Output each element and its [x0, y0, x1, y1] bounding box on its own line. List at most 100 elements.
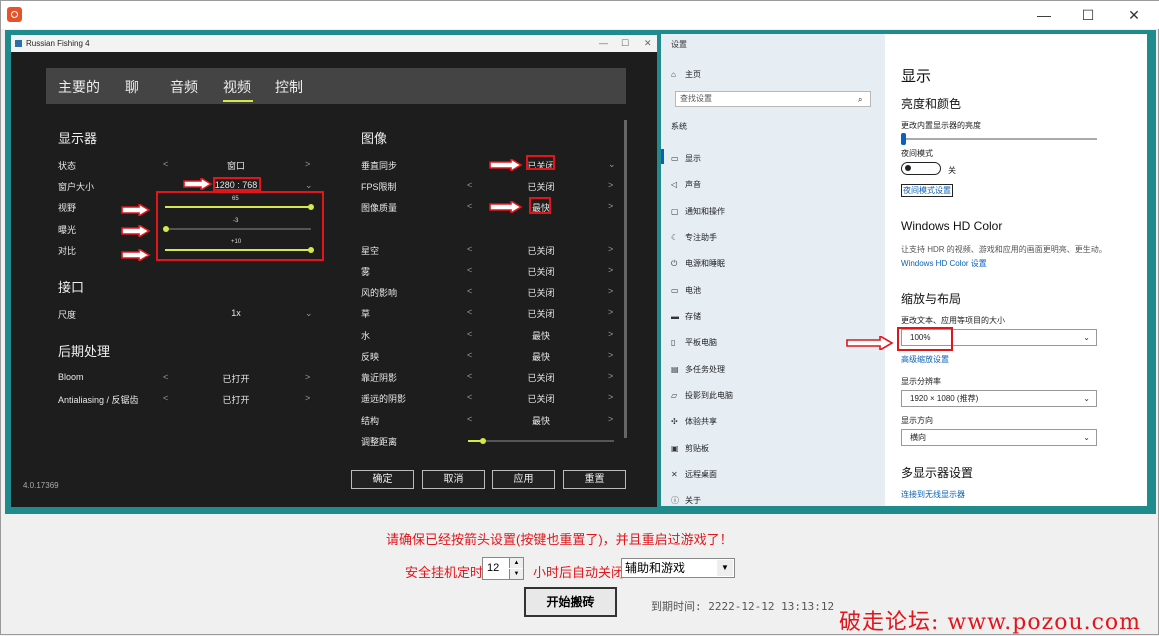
tab-main[interactable]: 主要的	[58, 77, 100, 97]
grass-prev-icon[interactable]: <	[467, 307, 472, 317]
ok-button[interactable]: 确定	[351, 470, 414, 489]
reflection-prev-icon[interactable]: <	[467, 350, 472, 360]
fps-limit-prev-icon[interactable]: <	[467, 180, 472, 190]
brightness-slider[interactable]	[901, 133, 1097, 145]
cancel-button[interactable]: 取消	[422, 470, 485, 489]
wind-prev-icon[interactable]: <	[467, 286, 472, 296]
scrollbar[interactable]	[624, 120, 627, 438]
near-shadow-next-icon[interactable]: >	[608, 371, 613, 381]
antialiasing-next-icon[interactable]: >	[305, 393, 310, 403]
start-button[interactable]: 开始搬砖	[524, 587, 617, 617]
reset-button[interactable]: 重置	[563, 470, 626, 489]
clipboard-icon: ▣	[671, 444, 679, 453]
nav-battery[interactable]: ▭ 电池	[671, 285, 701, 296]
image-quality-next-icon[interactable]: >	[608, 201, 613, 211]
nav-shared-experiences[interactable]: ✣ 体验共享	[671, 416, 717, 427]
starry-sky-value: 已关闭	[527, 246, 555, 256]
texture-prev-icon[interactable]: <	[467, 414, 472, 424]
status-next-icon[interactable]: >	[305, 159, 310, 169]
draw-distance-slider[interactable]	[468, 438, 614, 444]
nav-tablet[interactable]: ▯ 平板电脑	[671, 337, 717, 348]
hours-value[interactable]: 12	[487, 562, 499, 574]
apply-button[interactable]: 应用	[492, 470, 555, 489]
forum-watermark: 破走论坛: www.pozou.com	[839, 610, 1142, 635]
texture-next-icon[interactable]: >	[608, 414, 613, 424]
connect-wireless-display-link[interactable]: 连接到无线显示器	[901, 489, 965, 500]
game-minimize-button[interactable]: —	[599, 35, 608, 52]
chevron-down-icon[interactable]: ▼	[717, 560, 733, 576]
tab-audio[interactable]: 音频	[170, 77, 198, 97]
nav-storage[interactable]: ▬ 存储	[671, 311, 701, 322]
hd-color-settings-link[interactable]: Windows HD Color 设置	[901, 258, 987, 269]
nav-notifications[interactable]: ▢ 通知和操作	[671, 206, 725, 217]
water-next-icon[interactable]: >	[608, 329, 613, 339]
starry-sky-next-icon[interactable]: >	[608, 244, 613, 254]
bloom-prev-icon[interactable]: <	[163, 372, 168, 382]
window-size-chevron-down-icon[interactable]: ⌄	[305, 180, 313, 191]
hours-stepper[interactable]: 12 ▲ ▼	[482, 557, 524, 580]
tab-video[interactable]: 视频	[223, 77, 251, 97]
vsync-highlight	[526, 155, 555, 170]
nav-clipboard[interactable]: ▣ 剪贴板	[671, 443, 709, 454]
nav-power-label: 电源和睡眠	[685, 259, 725, 268]
scale-chevron-down-icon[interactable]: ⌄	[305, 308, 313, 319]
image-quality-prev-icon[interactable]: <	[467, 201, 472, 211]
draw-distance-label: 调整距离	[361, 437, 398, 447]
nav-sound[interactable]: ◁ 声音	[671, 179, 701, 190]
arrow-right-icon	[489, 201, 523, 213]
wind-next-icon[interactable]: >	[608, 286, 613, 296]
game-maximize-button[interactable]: ☐	[621, 35, 629, 52]
resolution-dropdown[interactable]: 1920 × 1080 (推荐) ⌄	[901, 390, 1097, 407]
night-mode-settings-link[interactable]: 夜间模式设置	[901, 184, 953, 197]
fog-prev-icon[interactable]: <	[467, 265, 472, 275]
nav-focus-assist[interactable]: ☾ 专注助手	[671, 232, 717, 243]
vsync-chevron-down-icon[interactable]: ⌄	[608, 159, 616, 170]
power-icon: ⏻	[671, 259, 678, 268]
grass-next-icon[interactable]: >	[608, 307, 613, 317]
stepper-up-icon[interactable]: ▲	[509, 558, 523, 568]
contrast-label: 对比	[58, 246, 77, 256]
nav-notifications-label: 通知和操作	[685, 207, 725, 216]
fps-limit-label: FPS限制	[361, 182, 397, 192]
fog-next-icon[interactable]: >	[608, 265, 613, 275]
bloom-next-icon[interactable]: >	[305, 372, 310, 382]
close-button[interactable]: ✕	[1111, 3, 1157, 27]
near-shadow-prev-icon[interactable]: <	[467, 371, 472, 381]
tab-chat[interactable]: 聊	[125, 77, 139, 97]
stepper-down-icon[interactable]: ▼	[509, 569, 523, 579]
status-prev-icon[interactable]: <	[163, 159, 168, 169]
nav-clipboard-label: 剪贴板	[685, 444, 709, 453]
night-mode-toggle[interactable]	[901, 162, 941, 175]
brightness-slider-knob[interactable]	[901, 133, 906, 145]
status-value: 窗口	[226, 161, 245, 171]
nav-display[interactable]: ▭ 显示	[671, 153, 701, 164]
nav-multitasking[interactable]: ▤ 多任务处理	[671, 364, 725, 375]
reflection-next-icon[interactable]: >	[608, 350, 613, 360]
minimize-button[interactable]: —	[1021, 3, 1067, 27]
draw-distance-slider-knob[interactable]	[480, 438, 486, 444]
nav-remote-desktop[interactable]: ✕ 远程桌面	[671, 469, 717, 480]
warning-text: 请确保已经按箭头设置(按键也重置了)，并且重启过游戏了！	[386, 532, 733, 547]
search-input[interactable]: 查找设置	[675, 91, 871, 107]
game-close-button[interactable]: ✕	[644, 35, 652, 52]
orientation-dropdown[interactable]: 横向 ⌄	[901, 429, 1097, 446]
remote-icon: ✕	[671, 470, 678, 479]
nav-power[interactable]: ⏻ 电源和睡眠	[671, 258, 725, 269]
auto-close-label: 小时后自动关闭	[533, 565, 625, 580]
close-mode-select[interactable]: 辅助和游戏 ▼	[621, 558, 735, 578]
starry-sky-prev-icon[interactable]: <	[467, 244, 472, 254]
nav-projecting[interactable]: ▱ 投影到此电脑	[671, 390, 733, 401]
far-shadow-next-icon[interactable]: >	[608, 392, 613, 402]
tab-controls[interactable]: 控制	[275, 77, 303, 97]
nav-about[interactable]: ⓘ 关于	[671, 495, 701, 506]
scale-value[interactable]: 1x	[196, 308, 276, 318]
scale-label: 更改文本、应用等项目的大小	[901, 316, 1005, 325]
maximize-button[interactable]: ☐	[1065, 3, 1111, 27]
advanced-scaling-link[interactable]: 高级缩放设置	[901, 354, 949, 365]
display-heading: 显示器	[58, 131, 98, 146]
far-shadow-prev-icon[interactable]: <	[467, 392, 472, 402]
fps-limit-next-icon[interactable]: >	[608, 180, 613, 190]
water-prev-icon[interactable]: <	[467, 329, 472, 339]
antialiasing-prev-icon[interactable]: <	[163, 393, 168, 403]
nav-home[interactable]: ⌂ 主页	[671, 69, 701, 80]
